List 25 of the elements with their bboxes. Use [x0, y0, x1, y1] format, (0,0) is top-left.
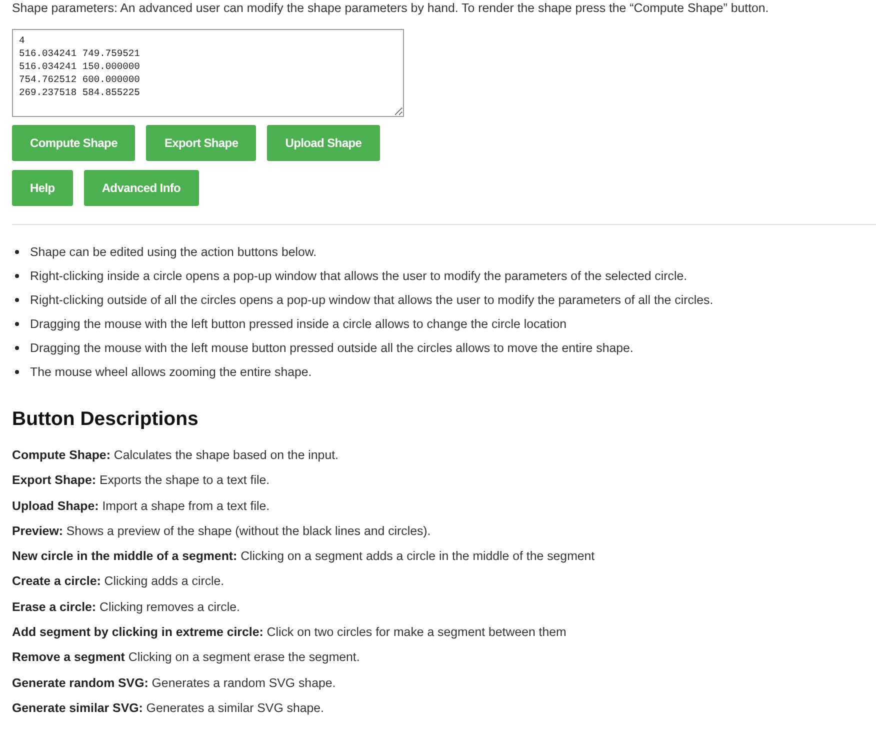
- description-text: Upload Shape: Import a shape from a text file.: [12, 498, 271, 515]
- bullet-text: The mouse wheel allows zooming the entire shape.: [30, 364, 312, 381]
- description-text: Generate similar SVG: Generates a similar SVG shape.: [12, 700, 325, 717]
- description-text: Erase a circle: Clicking removes a circle.: [12, 598, 241, 616]
- description-text: Add segment by clicking in extreme circle: Click on two circles for make a segment between them: [12, 624, 568, 642]
- bullet-text: Right-clicking outside of all the circles opens a pop-up window that allows the user to modify the parameters of all the circles.: [30, 292, 714, 309]
- description-text: Create a circle: Clicking adds a circle.: [12, 573, 226, 590]
- section-heading: Button Descriptions: [12, 408, 200, 431]
- bullet-text: Shape can be edited using the action buttons below.: [30, 244, 317, 261]
- action-button[interactable]: Compute Shape: [12, 125, 136, 161]
- parameters-field[interactable]: 4 516.034241 749.759521 516.034241 150.000000 754.762512 600.000000 269.237518 584.855225: [12, 29, 404, 117]
- action-button[interactable]: Upload Shape: [267, 125, 380, 161]
- description-text: New circle in the middle of a segment: Clicking on a segment adds a circle in the middle of the segment: [12, 548, 596, 566]
- action-button[interactable]: Advanced Info: [84, 170, 199, 206]
- description-text: Export Shape: Exports the shape to a text file.: [12, 472, 271, 490]
- action-button[interactable]: Help: [12, 170, 73, 206]
- description-text: Generate random SVG: Generates a random SVG shape.: [12, 674, 337, 692]
- intro-text: Shape parameters: An advanced user can modify the shape parameters by hand. To render the shape press the “Compute Shape” button.: [12, 0, 770, 17]
- bullet-text: Dragging the mouse with the left mouse button pressed outside all the circles allows to move the entire shape.: [30, 340, 634, 357]
- action-button[interactable]: Export Shape: [146, 125, 256, 161]
- description-text: Compute Shape: Calculates the shape based on the input.: [12, 447, 340, 464]
- bullet-text: Right-clicking inside a circle opens a pop-up window that allows the user to modify the parameters of the selected circle.: [30, 268, 688, 285]
- description-text: Remove a segment Clicking on a segment erase the segment.: [12, 649, 361, 666]
- bullet-text: Dragging the mouse with the left button pressed inside a circle allows to change the circle location: [30, 316, 567, 333]
- description-text: Preview: Shows a preview of the shape (without the black lines and circles).: [12, 522, 432, 540]
